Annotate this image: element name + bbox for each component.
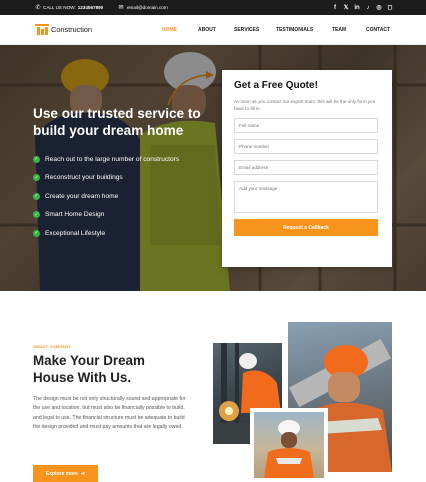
hero-bullet: ✓ Exceptional Lifestyle	[33, 224, 179, 243]
about-kicker: ABOUT COMPANY	[33, 344, 72, 349]
logo-text: Construction	[51, 24, 92, 34]
tiktok-icon[interactable]: ♪	[365, 5, 371, 11]
nav-item-testimonials[interactable]: TESTIMONIALS	[276, 27, 332, 33]
phone-input[interactable]	[234, 139, 378, 154]
full-name-input[interactable]	[234, 118, 378, 133]
hero-bullet: ✓ Reconstruct your buildings	[33, 169, 179, 188]
logo-mark-icon	[35, 22, 49, 36]
nav-item-services[interactable]: SERVICES	[234, 27, 276, 33]
hero-bullet-list: ✓ Reach out to the large number of constr…	[33, 150, 179, 243]
nav-item-contact[interactable]: CONTACT	[366, 27, 390, 33]
hero-bullet: ✓ Create your dream home	[33, 187, 179, 206]
mail-icon: ✉	[118, 5, 124, 11]
quote-form: Get a Free Quote! As soon as you contact…	[222, 70, 392, 267]
phone-icon: ✆	[35, 5, 41, 11]
check-icon: ✓	[33, 155, 40, 163]
nav-menu: HOME ABOUT SERVICES TESTIMONIALS TEAM CO…	[162, 15, 390, 45]
call-label: CALL US NOW:	[43, 5, 76, 10]
explore-more-label: Explore more	[45, 470, 78, 477]
hero-bullet-text: Create your dream home	[45, 192, 119, 200]
logo[interactable]: Construction	[35, 22, 92, 36]
about-title: Make Your Dream House With Us.	[33, 353, 145, 385]
arrow-right-icon: ➔	[80, 470, 86, 477]
email-input[interactable]	[234, 160, 378, 175]
check-icon: ✓	[33, 192, 40, 200]
hero-bullet-text: Reconstruct your buildings	[45, 174, 123, 182]
linkedin-icon[interactable]: in	[354, 5, 360, 11]
quote-form-title: Get a Free Quote!	[234, 80, 318, 91]
nav-item-about[interactable]: ABOUT	[198, 27, 234, 33]
facebook-icon[interactable]: f	[332, 5, 338, 11]
hero-bullet-text: Exceptional Lifestyle	[45, 229, 106, 237]
instagram-icon[interactable]: ◻	[387, 4, 393, 11]
nav-item-home[interactable]: HOME	[162, 27, 198, 33]
hero-section: Use our trusted service to build your dr…	[0, 45, 426, 291]
check-icon: ✓	[33, 211, 40, 219]
hero-bullet-text: Smart Home Design	[45, 211, 105, 219]
hero-title: Use our trusted service to build your dr…	[33, 106, 201, 138]
hero-bullet-text: Reach out to the large number of constru…	[45, 155, 180, 163]
phone-number[interactable]: 1234567890	[78, 5, 104, 10]
message-input[interactable]	[234, 181, 378, 213]
top-bar: ✆ CALL US NOW: 1234567890 ✉ email@domain…	[0, 0, 426, 15]
worker-portrait-photo	[250, 408, 328, 482]
call-info: ✆ CALL US NOW: 1234567890	[35, 0, 103, 15]
email-link[interactable]: email@domain.com	[127, 5, 168, 10]
twitter-icon[interactable]: 𝕏	[343, 4, 349, 11]
quote-form-description: As soon as you contact our expert team, …	[234, 99, 376, 111]
nav-item-team[interactable]: TEAM	[332, 27, 366, 33]
email-info: ✉ email@domain.com	[118, 0, 168, 15]
request-callback-button[interactable]: Request a Callback	[234, 219, 378, 236]
main-nav: Construction HOME ABOUT SERVICES TESTIMO…	[0, 15, 426, 45]
explore-more-button[interactable]: Explore more ➔	[33, 465, 98, 482]
hero-bullet: ✓ Reach out to the large number of constr…	[33, 150, 179, 169]
check-icon: ✓	[33, 229, 40, 237]
about-text: The design must be not only structurally…	[33, 396, 186, 431]
social-links: f 𝕏 in ♪ ◎ ◻	[332, 0, 393, 15]
whatsapp-icon[interactable]: ◎	[376, 4, 382, 11]
hero-bullet: ✓ Smart Home Design	[33, 206, 179, 225]
check-icon: ✓	[33, 174, 40, 182]
